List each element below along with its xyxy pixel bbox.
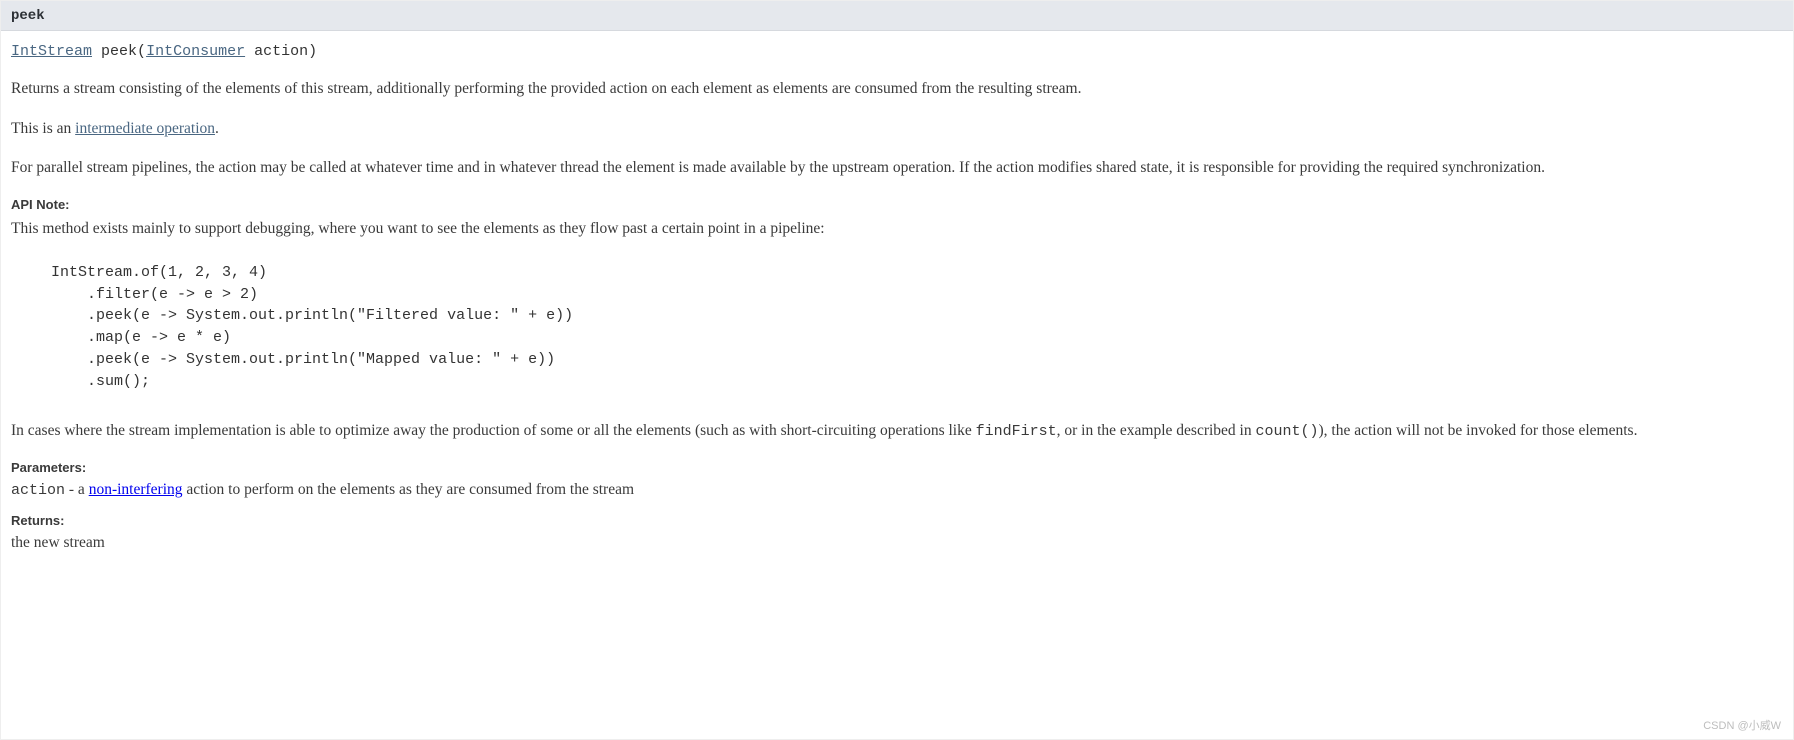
signature-space2 (245, 43, 254, 60)
signature-method: peek (101, 43, 137, 60)
signature-open-paren: ( (137, 43, 146, 60)
api-note-intro: This method exists mainly to support deb… (11, 218, 1783, 240)
method-name-title: peek (11, 8, 45, 24)
description-paragraph-1: Returns a stream consisting of the eleme… (11, 78, 1783, 100)
code-example: IntStream.of(1, 2, 3, 4) .filter(e -> e … (51, 262, 1783, 393)
code-ref-count: count() (1255, 423, 1318, 440)
code-ref-findfirst: findFirst (976, 423, 1057, 440)
p2-suffix: . (215, 120, 219, 137)
param-type-link[interactable]: IntConsumer (146, 43, 245, 60)
intermediate-operation-link[interactable]: intermediate operation (75, 120, 215, 137)
non-interfering-link[interactable]: non-interfering (89, 481, 183, 498)
after-code-suffix: ), the action will not be invoked for th… (1319, 422, 1638, 439)
after-code-prefix: In cases where the stream implementation… (11, 422, 976, 439)
parameter-line: action - a non-interfering action to per… (11, 481, 1783, 499)
api-note-after-code: In cases where the stream implementation… (11, 420, 1783, 442)
param-name: action (11, 482, 65, 499)
method-signature: IntStream peek(IntConsumer action) (11, 43, 1783, 60)
description-paragraph-2: This is an intermediate operation. (11, 118, 1783, 140)
parameters-label: Parameters: (11, 460, 1783, 475)
method-body: IntStream peek(IntConsumer action) Retur… (1, 31, 1793, 582)
returns-label: Returns: (11, 513, 1783, 528)
description-paragraph-3: For parallel stream pipelines, the actio… (11, 157, 1783, 179)
param-rest: action to perform on the elements as the… (183, 481, 635, 498)
after-code-mid: , or in the example described in (1057, 422, 1256, 439)
p2-prefix: This is an (11, 120, 75, 137)
signature-param-name: action (254, 43, 308, 60)
signature-close-paren: ) (308, 43, 317, 60)
method-header: peek (1, 1, 1793, 31)
api-note-label: API Note: (11, 197, 1783, 212)
param-dash: - a (65, 481, 89, 498)
watermark: CSDN @小威W (1703, 717, 1781, 733)
return-type-link[interactable]: IntStream (11, 43, 92, 60)
returns-text: the new stream (11, 534, 1783, 552)
